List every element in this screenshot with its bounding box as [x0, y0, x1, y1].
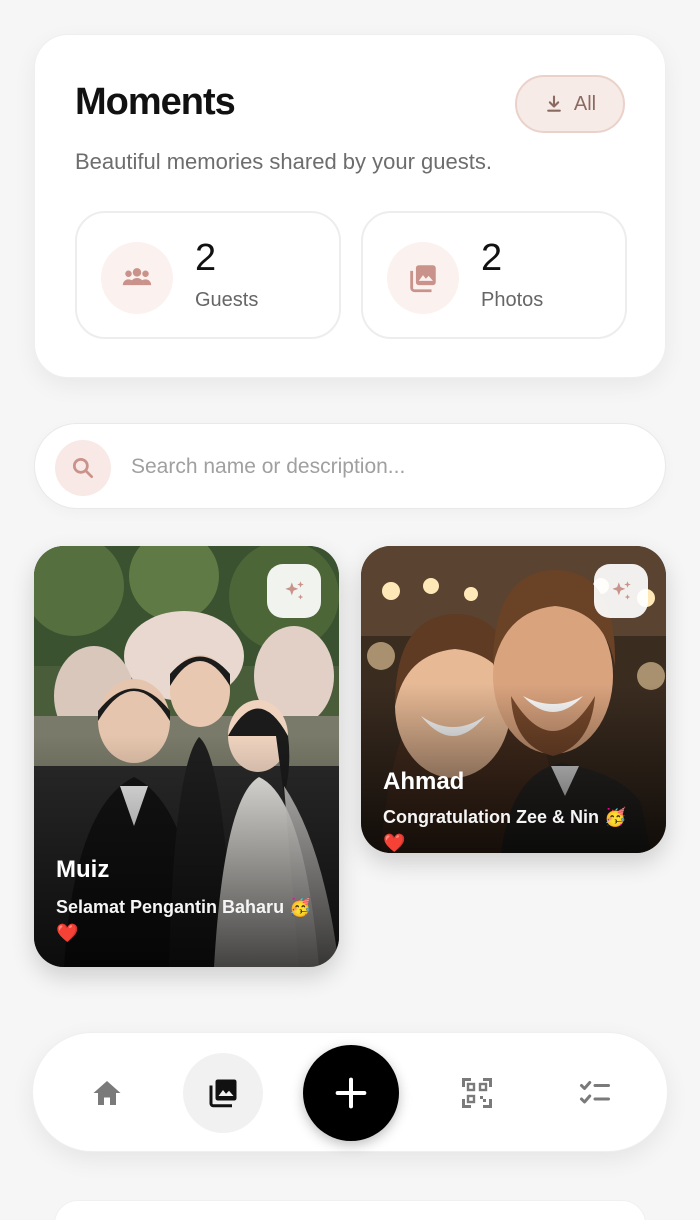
- qr-code-icon: [462, 1078, 492, 1108]
- add-icon: [335, 1077, 367, 1109]
- moment-card-ahmad[interactable]: Ahmad Congratulation Zee & Nin 🥳❤️: [361, 546, 666, 853]
- ai-enhance-button[interactable]: [594, 564, 648, 618]
- guests-label: Guests: [195, 289, 259, 311]
- moment-description: Selamat Pengantin Baharu 🥳❤️: [56, 897, 312, 943]
- home-icon: [93, 1081, 121, 1105]
- nav-checklist[interactable]: [555, 1053, 635, 1133]
- moments-header-card: Moments All Beautiful memories shared by…: [34, 34, 666, 378]
- download-all-label: All: [573, 92, 597, 115]
- page-subtitle: Beautiful memories shared by your guests…: [75, 149, 492, 174]
- search-bar: [34, 423, 666, 509]
- photos-label: Photos: [481, 289, 544, 311]
- sparkle-icon: [612, 581, 631, 600]
- group-icon: [101, 242, 173, 314]
- moment-card-muiz[interactable]: Muiz Selamat Pengantin Baharu 🥳❤️: [34, 546, 339, 967]
- checklist-icon: [580, 1081, 610, 1104]
- download-icon: [547, 95, 561, 112]
- moments-page: Moments All Beautiful memories shared by…: [0, 0, 700, 1220]
- nav-home[interactable]: [67, 1053, 147, 1133]
- photos-stat-card: 2 Photos: [361, 211, 627, 339]
- bottom-navigation: [32, 1032, 668, 1152]
- ai-enhance-button[interactable]: [267, 564, 321, 618]
- moment-guest-name: Muiz: [56, 856, 110, 883]
- page-title: Moments: [75, 81, 236, 123]
- photos-count: 2: [481, 237, 503, 279]
- sparkle-icon: [285, 581, 304, 600]
- gallery-icon: [209, 1079, 237, 1108]
- nav-gallery[interactable]: [183, 1053, 263, 1133]
- guests-stat-card: 2 Guests: [75, 211, 341, 339]
- moment-guest-name: Ahmad: [383, 768, 465, 795]
- bottom-sheet-edge: [54, 1200, 646, 1220]
- guests-count: 2: [195, 237, 217, 279]
- search-icon: [55, 440, 111, 496]
- photo-library-icon: [387, 242, 459, 314]
- download-all-button[interactable]: All: [515, 75, 625, 133]
- nav-qr-code[interactable]: [437, 1053, 517, 1133]
- add-moment-button[interactable]: [303, 1045, 399, 1141]
- moment-description: Congratulation Zee & Nin 🥳❤️: [383, 807, 627, 853]
- search-input[interactable]: [131, 442, 641, 492]
